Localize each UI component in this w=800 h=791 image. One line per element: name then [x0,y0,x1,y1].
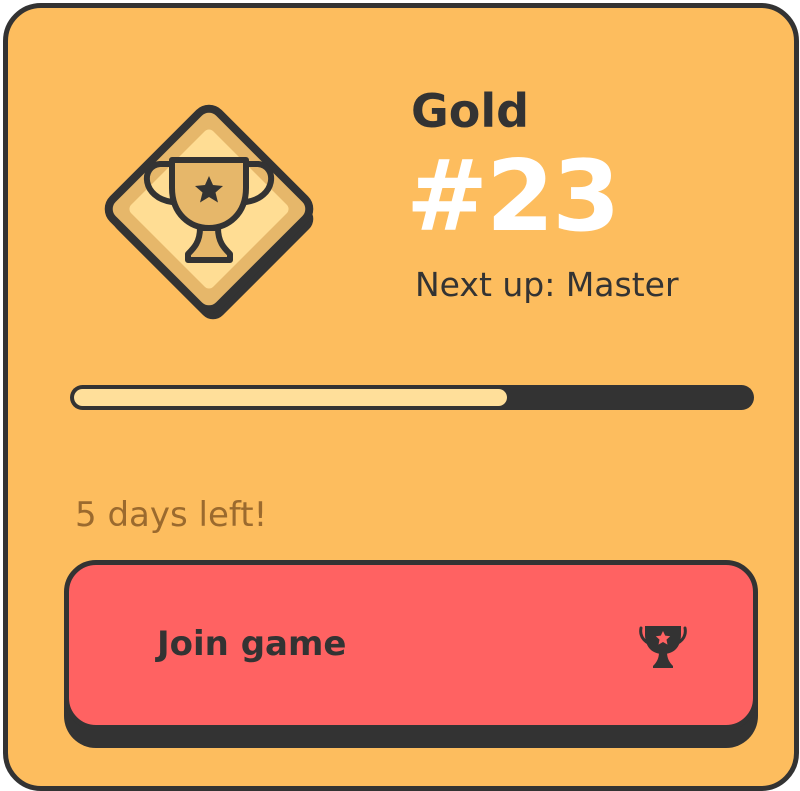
join-game-button[interactable]: Join game [64,560,758,730]
league-card: Gold #23 Next up: Master 5 days left! Jo… [3,3,799,791]
league-tier: Gold [411,84,530,138]
league-progress-bar [70,385,754,410]
trophy-icon [635,618,691,674]
join-game-label: Join game [157,624,347,664]
league-badge [76,76,344,344]
countdown-text: 5 days left! [75,495,268,535]
next-tier-label: Next up: Master [415,265,679,304]
trophy-icon [104,104,314,320]
league-rank: #23 [406,140,620,254]
league-progress-fill [74,389,507,406]
